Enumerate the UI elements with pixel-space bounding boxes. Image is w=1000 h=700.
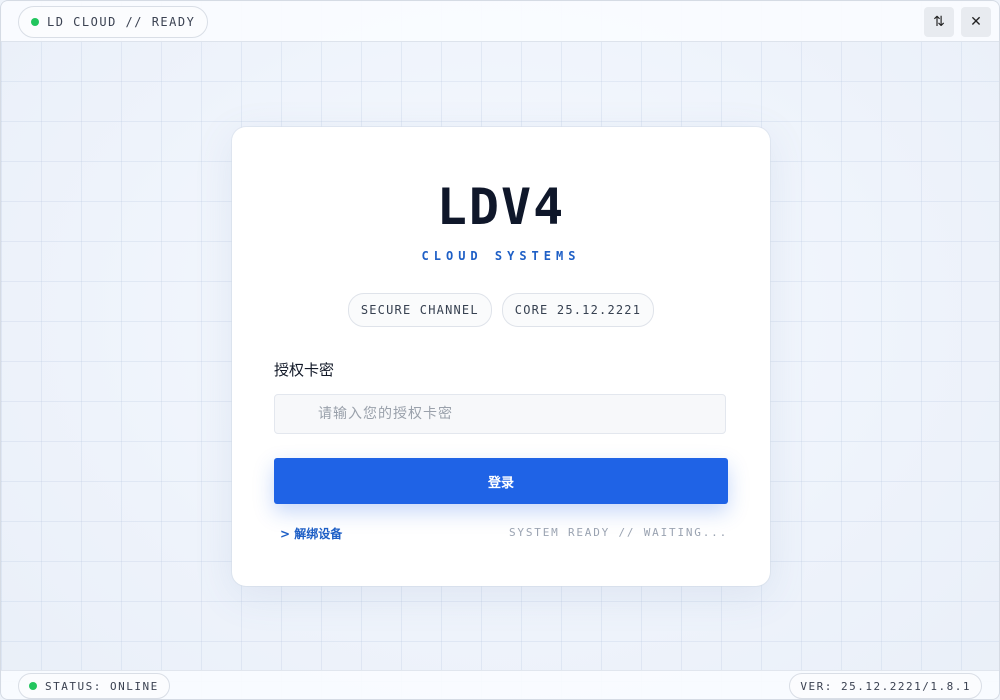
secure-channel-badge: SECURE CHANNEL <box>347 293 492 327</box>
online-status-text: STATUS: ONLINE <box>45 679 159 693</box>
app-status-text: LD CLOUD // READY <box>47 15 196 29</box>
license-key-input[interactable] <box>274 394 726 434</box>
core-version-badge: CORE 25.12.2221 <box>501 293 655 327</box>
app-logo: LDV4 <box>436 178 566 236</box>
toggle-glyph: ⇅ <box>933 14 945 30</box>
unbind-device-link[interactable]: > 解绑设备 <box>280 525 342 542</box>
app-status-pill: LD CLOUD // READY <box>18 6 209 38</box>
title-bar[interactable]: LD CLOUD // READY ⇅ ✕ <box>1 1 999 42</box>
app-window: LD CLOUD // READY ⇅ ✕ LDV4 CLOUD SYSTEMS… <box>0 0 1000 700</box>
login-card: LDV4 CLOUD SYSTEMS SECURE CHANNEL CORE 2… <box>232 127 770 586</box>
system-status-text: SYSTEM READY // WAITING... <box>509 526 728 539</box>
status-dot-icon <box>31 18 39 26</box>
login-button[interactable]: 登录 <box>274 458 728 504</box>
version-pill: VER: 25.12.2221/1.8.1 <box>789 673 982 699</box>
close-icon: ✕ <box>970 14 982 30</box>
version-text: VER: 25.12.2221/1.8.1 <box>800 679 971 693</box>
swap-vertical-arrows-icon[interactable]: ⇅ <box>924 7 954 37</box>
license-key-label: 授权卡密 <box>274 361 335 379</box>
badge-row: SECURE CHANNEL CORE 25.12.2221 <box>232 293 770 327</box>
status-bar: STATUS: ONLINE VER: 25.12.2221/1.8.1 <box>1 670 999 699</box>
close-button[interactable]: ✕ <box>961 7 991 37</box>
app-subtitle: CLOUD SYSTEMS <box>421 249 581 263</box>
online-dot-icon <box>29 682 37 690</box>
online-status-pill: STATUS: ONLINE <box>18 673 170 699</box>
